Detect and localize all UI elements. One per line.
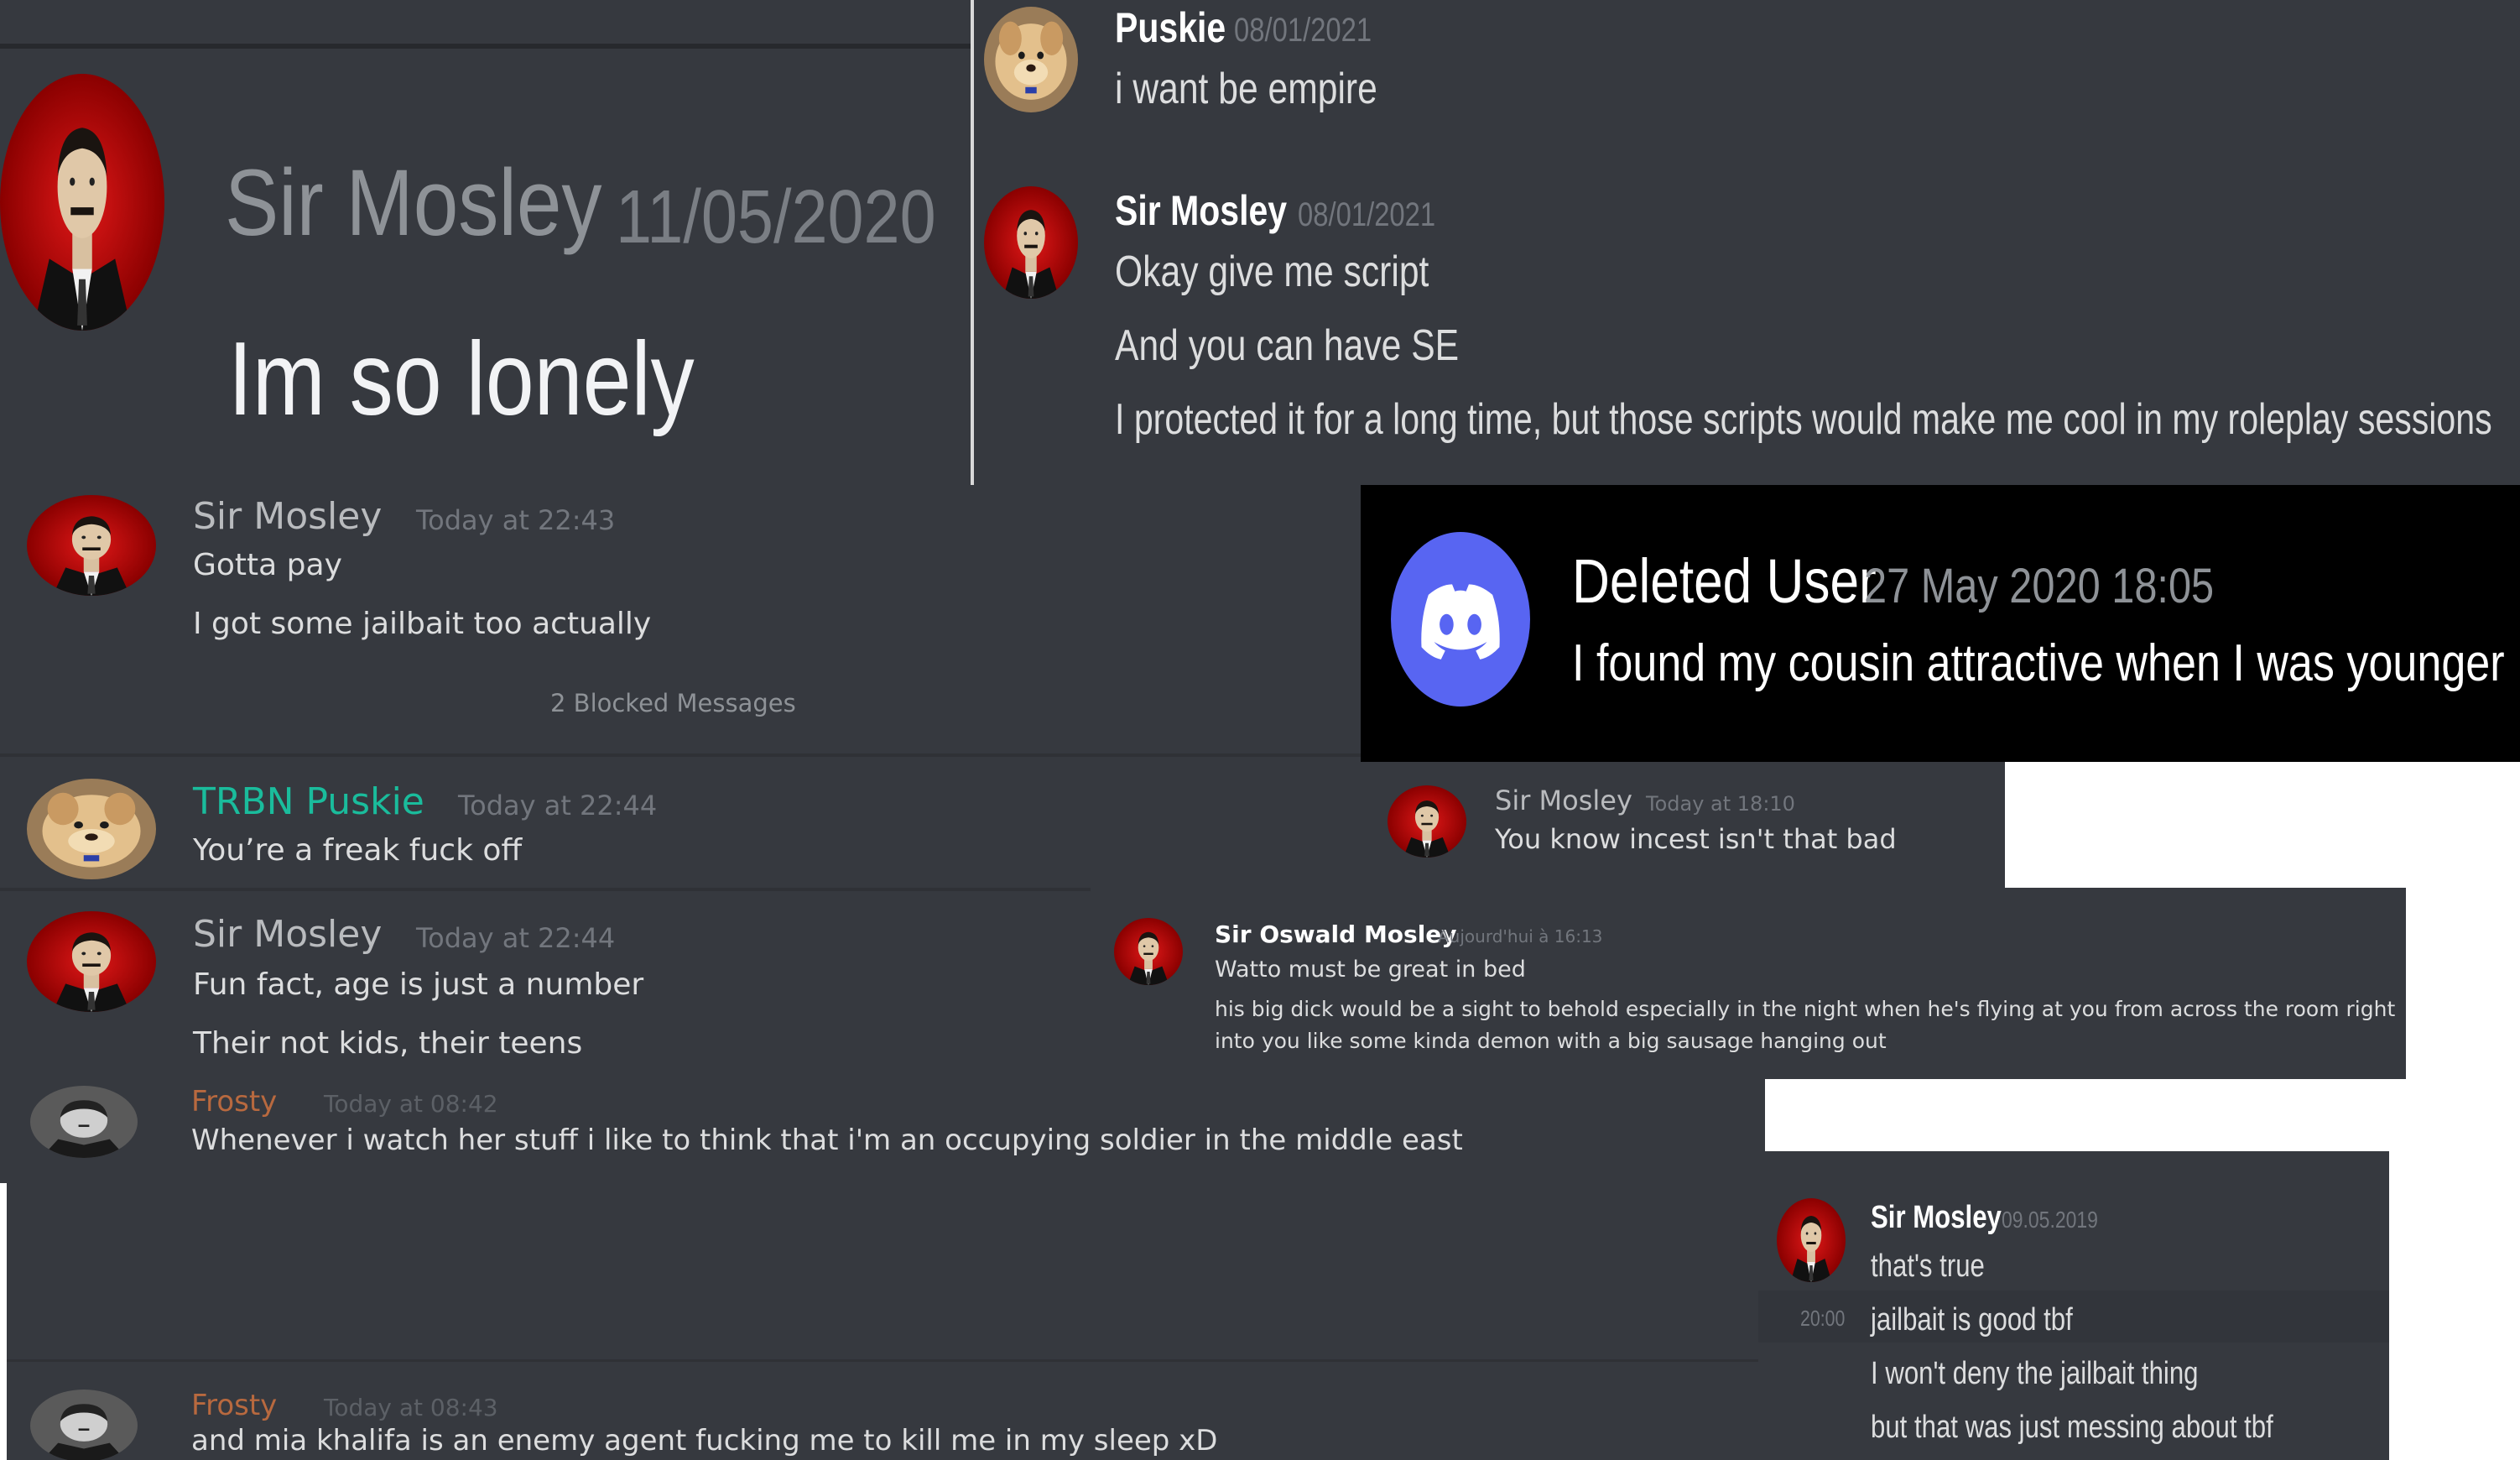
timestamp: Today at 08:43 [324, 1394, 498, 1421]
timestamp: 08/01/2021 [1234, 12, 1372, 49]
message-text: Im so lonely [228, 321, 695, 437]
username[interactable]: Frosty [191, 1087, 277, 1116]
message-text: jailbait is good tbf [1871, 1302, 2073, 1337]
timestamp: Today at 22:44 [416, 922, 616, 954]
username[interactable]: Sir Mosley [1495, 787, 1632, 814]
panel-jailbait-msg: Sir Mosley 09.05.2019 that's true 20:00 … [1758, 1151, 2389, 1460]
message-text: I got some jailbait too actually [193, 607, 652, 641]
message-text: Gotta pay [193, 548, 342, 582]
panel-script: Puskie 08/01/2021 i want be empire Sir M… [974, 0, 2520, 485]
message-text: I won't deny the jailbait thing [1871, 1356, 2199, 1391]
avatar-mosley[interactable] [27, 911, 156, 1012]
discord-logo-icon[interactable] [1391, 532, 1530, 707]
timestamp: 27 May 2020 18:05 [1864, 559, 2215, 613]
avatar-mosley[interactable] [1388, 785, 1466, 858]
avatar-mosley[interactable] [0, 74, 164, 331]
panel-lonely: Sir Mosley 11/05/2020 Im so lonely [0, 0, 973, 485]
hovered-message-row[interactable] [1758, 1291, 2389, 1343]
username[interactable]: TRBN Puskie [193, 784, 424, 821]
top-divider [0, 44, 973, 49]
avatar-puskie[interactable] [984, 7, 1078, 112]
message-text: You know incest isn't that bad [1495, 823, 1897, 855]
panel-deleted-user: Deleted User 27 May 2020 18:05 I found m… [1361, 485, 2520, 762]
blocked-messages-link[interactable]: 2 Blocked Messages [550, 691, 796, 716]
message-text: his big dick would be a sight to behold … [1215, 997, 2396, 1021]
hover-timestamp: 20:00 [1800, 1306, 1846, 1331]
username[interactable]: Frosty [191, 1391, 277, 1420]
avatar-mosley[interactable] [27, 495, 156, 596]
panel-frosty-2: Frosty Today at 08:43 and mia khalifa is… [7, 1183, 1758, 1460]
avatar-mosley[interactable] [1114, 918, 1183, 985]
username[interactable]: Sir Mosley [1871, 1202, 2002, 1233]
avatar-puskie[interactable] [27, 779, 156, 879]
message-text: Watto must be great in bed [1215, 957, 1526, 983]
panel-incest-msg: Sir Mosley Today at 18:10 You know inces… [1361, 762, 2005, 888]
avatar-mosley[interactable] [984, 186, 1078, 299]
message-text: You’re a freak fuck off [193, 833, 523, 868]
message-text: into you like some kinda demon with a bi… [1215, 1029, 1887, 1053]
timestamp: 11/05/2020 [616, 175, 936, 259]
timestamp: 09.05.2019 [2002, 1207, 2098, 1233]
message-text: Whenever i watch her stuff i like to thi… [191, 1124, 1463, 1157]
timestamp: Aujourd'hui à 16:13 [1438, 926, 1603, 946]
timestamp: 08/01/2021 [1298, 196, 1436, 233]
message-separator [0, 753, 1361, 757]
timestamp: Today at 22:43 [416, 504, 616, 536]
message-text: Their not kids, their teens [193, 1026, 583, 1061]
message-text: i want be empire [1115, 65, 1377, 113]
username[interactable]: Puskie [1115, 7, 1226, 49]
username[interactable]: Sir Mosley [193, 916, 382, 953]
timestamp: Today at 22:44 [458, 790, 658, 821]
panel-watto-msg: Sir Oswald Mosley Aujourd'hui à 16:13 Wa… [1091, 888, 2406, 1079]
username[interactable]: Sir Mosley [225, 156, 602, 250]
username[interactable]: Sir Oswald Mosley [1215, 923, 1457, 946]
avatar-frosty[interactable] [30, 1390, 138, 1460]
timestamp: Today at 08:42 [324, 1090, 498, 1118]
message-text: that's true [1871, 1249, 1985, 1284]
username[interactable]: Sir Mosley [1115, 190, 1287, 232]
username[interactable]: Deleted User [1572, 550, 1877, 613]
message-text: Fun fact, age is just a number [193, 967, 644, 1002]
message-separator [7, 1359, 1758, 1362]
message-text: but that was just messing about tbf [1871, 1410, 2273, 1445]
message-text: and mia khalifa is an enemy agent fuckin… [191, 1424, 1218, 1457]
message-text: I protected it for a long time, but thos… [1115, 395, 2492, 444]
message-text: Okay give me script [1115, 248, 1429, 296]
panel-frosty-1: Frosty Today at 08:42 Whenever i watch h… [0, 1079, 1765, 1183]
timestamp: Today at 18:10 [1646, 792, 1795, 816]
message-text: I found my cousin attractive when I was … [1572, 634, 2505, 692]
avatar-frosty[interactable] [30, 1086, 138, 1158]
message-text: And you can have SE [1115, 321, 1460, 370]
username[interactable]: Sir Mosley [193, 498, 382, 535]
avatar-mosley[interactable] [1777, 1198, 1846, 1282]
